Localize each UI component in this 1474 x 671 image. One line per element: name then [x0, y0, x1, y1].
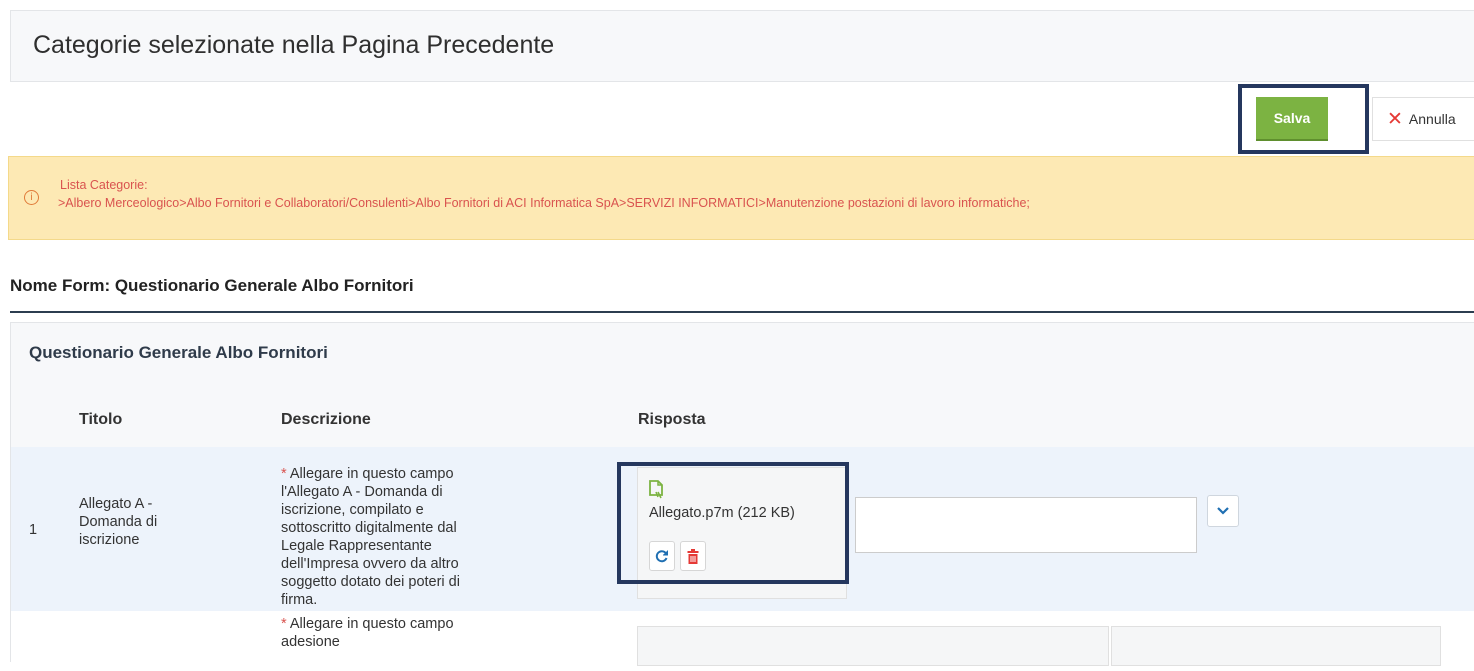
description-text: Allegare in questo campo adesione — [281, 616, 454, 650]
column-header-descrizione: Descrizione — [281, 411, 371, 428]
save-button[interactable]: Salva — [1256, 97, 1328, 141]
chevron-down-icon — [1217, 507, 1229, 515]
required-mark: * — [281, 466, 287, 482]
table-header: Titolo Descrizione Risposta — [11, 395, 1474, 448]
refresh-icon — [655, 550, 668, 563]
file-name[interactable]: Allegato.p7m (212 KB) — [649, 505, 795, 521]
row-number: 1 — [29, 522, 38, 538]
table-row: 1 Allegato A - Domanda di iscrizione * A… — [11, 447, 1474, 612]
category-path: >Albero Merceologico>Albo Fornitori e Co… — [58, 196, 1030, 210]
row-description: * Allegare in questo campo adesione — [281, 615, 501, 651]
info-icon: i — [24, 190, 39, 205]
form-name: Nome Form: Questionario Generale Albo Fo… — [10, 276, 414, 295]
page-title: Categorie selezionate nella Pagina Prece… — [33, 31, 555, 59]
file-attachment: Allegato.p7m (212 KB) — [637, 467, 847, 599]
divider — [10, 311, 1474, 313]
replace-file-button[interactable] — [649, 541, 675, 571]
panel-header: Questionario Generale Albo Fornitori — [11, 323, 1474, 396]
close-icon: ✕ — [1387, 108, 1403, 130]
signed-file-icon — [649, 480, 663, 499]
row-title: Allegato A - Domanda di iscrizione — [79, 496, 158, 548]
category-alert: i Lista Categorie: >Albero Merceologico>… — [8, 156, 1474, 240]
column-header-titolo: Titolo — [79, 411, 123, 428]
trash-icon — [687, 548, 699, 564]
column-header-risposta: Risposta — [638, 411, 706, 428]
delete-file-button[interactable] — [680, 541, 706, 571]
cancel-label: Annulla — [1408, 111, 1456, 127]
file-upload-area[interactable] — [637, 626, 1109, 666]
table-row: * Allegare in questo campo adesione — [11, 611, 1474, 671]
file-upload-area[interactable] — [1111, 626, 1441, 666]
row-description: * Allegare in questo campo l'Allegato A … — [281, 465, 481, 609]
page-header: Categorie selezionate nella Pagina Prece… — [10, 10, 1474, 82]
questionnaire-panel: Questionario Generale Albo Fornitori Tit… — [10, 322, 1474, 671]
panel-title: Questionario Generale Albo Fornitori — [29, 343, 328, 362]
comment-textarea[interactable] — [855, 497, 1197, 553]
alert-title: Lista Categorie: — [60, 178, 148, 192]
expand-dropdown-button[interactable] — [1207, 495, 1239, 527]
required-mark: * — [281, 616, 287, 632]
description-text: Allegare in questo campo l'Allegato A - … — [281, 466, 460, 608]
cancel-button[interactable]: ✕ Annulla — [1372, 97, 1474, 141]
